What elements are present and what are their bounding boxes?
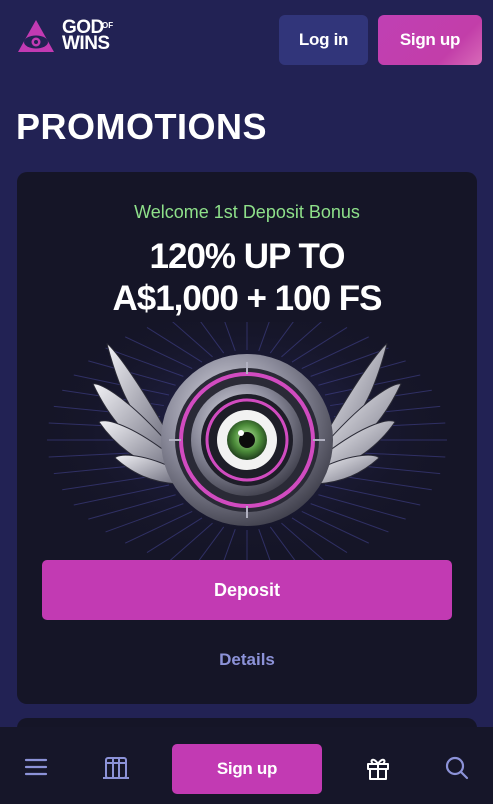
promo-card: Welcome 1st Deposit Bonus 120% UP TO A$1… [17, 172, 477, 704]
eye-triangle-icon [18, 20, 54, 52]
gift-icon[interactable] [364, 755, 392, 781]
slot-machine-icon[interactable] [101, 755, 131, 781]
signup-button[interactable]: Sign up [378, 15, 482, 65]
login-button[interactable]: Log in [279, 15, 368, 65]
deposit-button[interactable]: Deposit [42, 560, 452, 620]
promo-headline-line-1: 120% UP TO [149, 237, 346, 276]
menu-icon[interactable] [22, 755, 50, 779]
search-icon[interactable] [443, 755, 471, 781]
promo-subtitle: Welcome 1st Deposit Bonus [134, 202, 360, 222]
logo-sup: OF [102, 21, 114, 30]
logo[interactable]: GOD OF WINS [16, 18, 114, 54]
page-title: PROMOTIONS [16, 106, 268, 147]
promo-headline: 120% UP TO A$1,000 + 100 FS [17, 236, 477, 320]
bottom-nav: Sign up [0, 727, 493, 804]
header: GOD OF WINS Log in Sign up [0, 0, 493, 80]
logo-line-2: WINS [62, 33, 110, 54]
promo-headline-line-2: A$1,000 + 100 FS [112, 279, 382, 318]
winged-eye-emblem [37, 322, 457, 562]
details-link[interactable]: Details [17, 650, 477, 670]
bottom-signup-button[interactable]: Sign up [172, 744, 322, 794]
logo-wordmark: GOD OF WINS [62, 18, 114, 54]
